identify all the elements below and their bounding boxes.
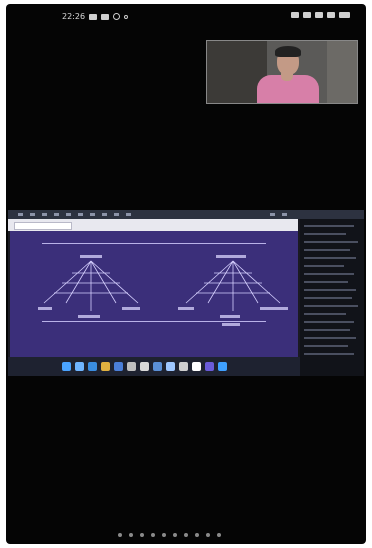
left-diagram-title <box>80 255 102 258</box>
participant-hand <box>281 69 293 81</box>
browser-tab[interactable] <box>270 213 275 216</box>
right-diagram-label <box>178 307 194 310</box>
side-panel-row <box>304 281 348 283</box>
side-panel-row <box>304 297 352 299</box>
browser-tab[interactable] <box>66 213 71 216</box>
start-icon[interactable] <box>62 362 71 371</box>
status-time: 22:26 <box>62 12 86 21</box>
right-diagram-label <box>220 315 240 318</box>
page-indicator <box>118 533 221 537</box>
app-icon-6[interactable] <box>192 362 201 371</box>
page-indicator-dot <box>173 533 177 537</box>
side-panel-row <box>304 241 358 243</box>
side-panel-row <box>304 289 356 291</box>
media-icon <box>113 13 121 20</box>
page-indicator-dot <box>151 533 155 537</box>
side-panel-row <box>304 345 348 347</box>
side-panel-row <box>304 353 354 355</box>
left-diagram-label <box>78 315 100 318</box>
shared-screen[interactable] <box>8 210 364 376</box>
more-icon <box>124 14 129 19</box>
slide-top-rule <box>42 243 266 244</box>
browser-tab[interactable] <box>126 213 131 216</box>
right-diagram-title <box>216 255 246 258</box>
page-indicator-dot <box>140 533 144 537</box>
presentation-slide <box>10 231 298 357</box>
side-panel-row <box>304 329 350 331</box>
browser-address-row <box>8 219 298 231</box>
mute-icon <box>291 12 299 18</box>
message-icon <box>101 13 110 20</box>
status-right <box>291 12 350 18</box>
left-diagram-label <box>38 307 52 310</box>
left-diagram-label <box>122 307 140 310</box>
participant-video-tile[interactable] <box>206 40 358 104</box>
slide-bottom-rule <box>42 321 266 322</box>
browser-tab[interactable] <box>102 213 107 216</box>
files-icon[interactable] <box>101 362 110 371</box>
status-left: 22:26 <box>62 12 129 21</box>
side-panel-row <box>304 305 358 307</box>
page-indicator-dot <box>184 533 188 537</box>
wifi-icon <box>303 12 311 18</box>
app-icon-5[interactable] <box>179 362 188 371</box>
browser-tab[interactable] <box>114 213 119 216</box>
browser-tab[interactable] <box>42 213 47 216</box>
app-icon-1[interactable] <box>127 362 136 371</box>
page-indicator-dot <box>162 533 166 537</box>
video-background <box>327 41 357 103</box>
page-indicator-dot <box>206 533 210 537</box>
notification-icon <box>89 13 98 20</box>
taskbar <box>8 357 300 376</box>
search-icon[interactable] <box>75 362 84 371</box>
side-panel-row <box>304 313 346 315</box>
status-bar: 22:26 <box>6 10 366 24</box>
address-field[interactable] <box>14 222 72 230</box>
participant-hair <box>275 46 301 57</box>
side-panel-row <box>304 249 350 251</box>
right-diagram-label <box>260 307 288 310</box>
app-icon-4[interactable] <box>166 362 175 371</box>
browser-icon[interactable] <box>88 362 97 371</box>
mail-icon[interactable] <box>114 362 123 371</box>
signal-icon <box>327 12 335 18</box>
page-indicator-dot <box>217 533 221 537</box>
page-indicator-dot <box>118 533 122 537</box>
side-panel-row <box>304 321 354 323</box>
app-icon-2[interactable] <box>140 362 149 371</box>
battery-icon <box>339 12 350 18</box>
signal-icon <box>315 12 323 18</box>
browser-tab[interactable] <box>18 213 23 216</box>
browser-tab[interactable] <box>90 213 95 216</box>
side-panel-row <box>304 257 356 259</box>
browser-tab[interactable] <box>78 213 83 216</box>
browser-tab-bar <box>8 210 364 219</box>
browser-tab[interactable] <box>282 213 287 216</box>
page-indicator-dot <box>195 533 199 537</box>
side-panel-row <box>304 273 354 275</box>
browser-tab[interactable] <box>54 213 59 216</box>
page-indicator-dot <box>129 533 133 537</box>
browser-tab[interactable] <box>30 213 35 216</box>
app-icon-8[interactable] <box>218 362 227 371</box>
side-panel-row <box>304 337 356 339</box>
side-panel <box>300 219 364 376</box>
side-panel-row <box>304 233 346 235</box>
app-icon-3[interactable] <box>153 362 162 371</box>
right-diagram-label <box>222 323 240 326</box>
side-panel-row <box>304 225 354 227</box>
phone-screen: 22:26 <box>6 4 366 544</box>
side-panel-row <box>304 265 344 267</box>
app-icon-7[interactable] <box>205 362 214 371</box>
